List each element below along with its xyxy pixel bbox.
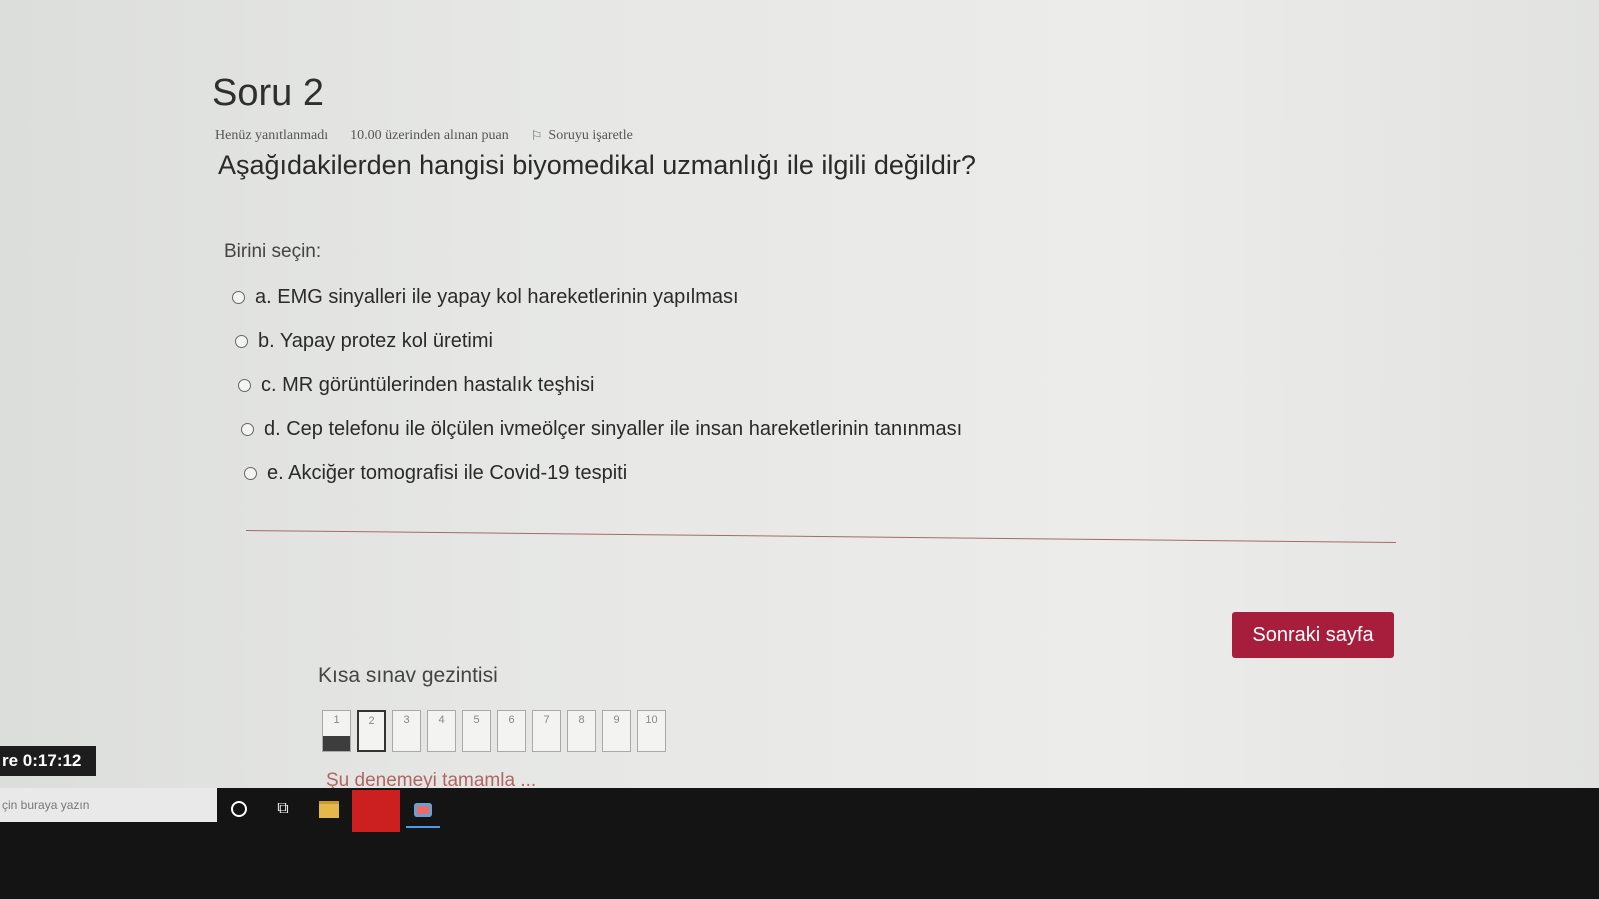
answer-option-c[interactable]: c. MR görüntülerinden hastalık teşhisi bbox=[238, 363, 962, 407]
quiz-nav-button-5[interactable]: 5 bbox=[462, 710, 491, 752]
quiz-nav-button-1[interactable]: 1 bbox=[322, 710, 351, 752]
next-page-button[interactable]: Sonraki sayfa bbox=[1232, 612, 1394, 658]
radio-icon[interactable] bbox=[241, 422, 254, 436]
quiz-nav-button-10[interactable]: 10 bbox=[637, 710, 666, 752]
radio-icon[interactable] bbox=[235, 334, 248, 348]
answer-option-a[interactable]: a. EMG sinyalleri ile yapay kol hareketl… bbox=[232, 275, 962, 319]
taskbar: çin buraya yazın ⧉ bbox=[0, 788, 1599, 899]
answer-list: a. EMG sinyalleri ile yapay kol hareketl… bbox=[232, 275, 962, 495]
flag-icon: ⚐ bbox=[530, 128, 543, 143]
timer: re 0:17:12 bbox=[0, 746, 96, 776]
browser-icon[interactable] bbox=[406, 794, 440, 828]
answer-label: c. MR görüntülerinden hastalık teşhisi bbox=[261, 373, 595, 396]
quiz-nav-button-8[interactable]: 8 bbox=[567, 710, 596, 752]
question-text: Aşağıdakilerden hangisi biyomedikal uzma… bbox=[218, 150, 976, 180]
quiz-navigation: 1 2 3 4 5 6 7 8 9 10 bbox=[322, 710, 666, 752]
quiz-page: Soru 2 Henüz yanıtlanmadı 10.00 üzerinde… bbox=[0, 0, 1599, 820]
flag-question-link[interactable]: ⚐ Soruyu işaretle bbox=[531, 128, 633, 144]
answer-option-d[interactable]: d. Cep telefonu ile ölçülen ivmeölçer si… bbox=[241, 407, 962, 451]
taskbar-search-input[interactable]: çin buraya yazın bbox=[0, 788, 217, 822]
quiz-navigation-title: Kısa sınav gezintisi bbox=[318, 664, 498, 687]
quiz-nav-button-9[interactable]: 9 bbox=[602, 710, 631, 752]
file-explorer-icon[interactable] bbox=[312, 794, 346, 824]
answer-prompt: Birini seçin: bbox=[224, 241, 322, 262]
question-title: Soru 2 bbox=[212, 72, 324, 114]
divider bbox=[245, 530, 1396, 544]
red-app-icon[interactable] bbox=[352, 790, 400, 832]
radio-icon[interactable] bbox=[244, 466, 257, 480]
answer-label: d. Cep telefonu ile ölçülen ivmeölçer si… bbox=[264, 417, 963, 440]
answer-label: b. Yapay protez kol üretimi bbox=[258, 329, 493, 352]
flag-label: Soruyu işaretle bbox=[548, 128, 633, 143]
answer-label: a. EMG sinyalleri ile yapay kol hareketl… bbox=[255, 285, 739, 308]
quiz-nav-button-7[interactable]: 7 bbox=[532, 710, 561, 752]
question-points: 10.00 üzerinden alınan puan bbox=[350, 128, 509, 143]
radio-icon[interactable] bbox=[232, 290, 245, 304]
cortana-icon[interactable] bbox=[222, 794, 256, 824]
task-view-icon[interactable]: ⧉ bbox=[266, 794, 300, 824]
answer-option-b[interactable]: b. Yapay protez kol üretimi bbox=[235, 319, 962, 363]
quiz-nav-button-3[interactable]: 3 bbox=[392, 710, 421, 752]
answer-option-e[interactable]: e. Akciğer tomografisi ile Covid-19 tesp… bbox=[244, 451, 962, 495]
answer-label: e. Akciğer tomografisi ile Covid-19 tesp… bbox=[267, 461, 628, 484]
radio-icon[interactable] bbox=[238, 378, 251, 392]
question-info: Henüz yanıtlanmadı 10.00 üzerinden alına… bbox=[215, 128, 633, 144]
quiz-nav-button-2[interactable]: 2 bbox=[357, 710, 386, 752]
quiz-nav-button-6[interactable]: 6 bbox=[497, 710, 526, 752]
quiz-nav-button-4[interactable]: 4 bbox=[427, 710, 456, 752]
question-status: Henüz yanıtlanmadı bbox=[215, 128, 329, 143]
